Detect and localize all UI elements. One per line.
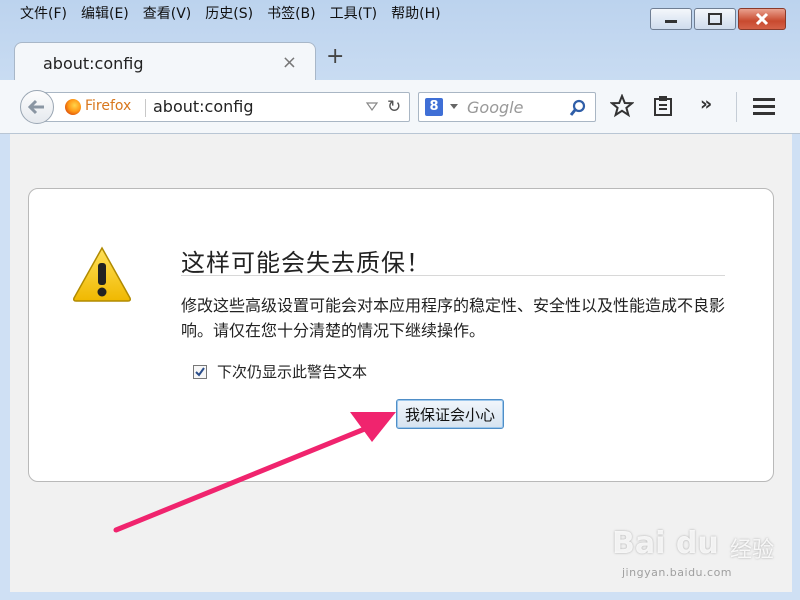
close-window-button[interactable] [738, 8, 786, 30]
browser-window: 文件(F) 编辑(E) 查看(V) 历史(S) 书签(B) 工具(T) 帮助(H… [0, 0, 800, 600]
google-engine-icon[interactable]: 8 [425, 98, 443, 116]
warning-panel: 这样可能会失去质保！ 修改这些高级设置可能会对本应用程序的稳定性、安全性以及性能… [28, 188, 774, 482]
url-input[interactable]: about:config [153, 97, 254, 116]
bookmark-star-icon[interactable] [610, 94, 634, 118]
accept-risk-button[interactable]: 我保证会小心 [396, 399, 505, 429]
menu-tools[interactable]: 工具(T) [324, 4, 385, 24]
watermark-logo: Bai du [612, 526, 719, 561]
warning-description: 修改这些高级设置可能会对本应用程序的稳定性、安全性以及性能造成不良影响。请仅在您… [181, 296, 726, 340]
search-bar[interactable]: 8 Google [418, 92, 596, 122]
url-separator [145, 99, 146, 117]
toolbar-separator [736, 92, 737, 122]
warning-title: 这样可能会失去质保！ [181, 249, 431, 277]
tab-about-config[interactable]: about:config × [14, 42, 316, 82]
search-icon[interactable] [569, 99, 587, 117]
firefox-logo-icon [65, 99, 81, 115]
hamburger-menu-icon[interactable] [752, 96, 776, 116]
menu-file[interactable]: 文件(F) [14, 4, 75, 24]
show-warning-checkbox-label[interactable]: 下次仍显示此警告文本 [217, 361, 367, 382]
minimize-icon [665, 20, 677, 23]
checkmark-icon [195, 366, 205, 377]
menu-history[interactable]: 历史(S) [199, 4, 261, 24]
warning-triangle-icon [73, 246, 131, 302]
maximize-icon [708, 13, 722, 25]
watermark-url: jingyan.baidu.com [622, 566, 733, 579]
maximize-button[interactable] [694, 8, 736, 30]
show-warning-checkbox[interactable] [193, 364, 207, 379]
close-icon [755, 12, 769, 26]
baidu-watermark: Bai du 经验 jingyan.baidu.com [612, 512, 792, 592]
watermark-text: 经验 [730, 538, 775, 563]
show-warning-checkbox-row: 下次仍显示此警告文本 [193, 361, 367, 382]
window-controls [650, 8, 786, 30]
url-bar[interactable]: Firefox about:config ↻ [40, 92, 410, 122]
tab-title: about:config [43, 54, 144, 73]
menu-help[interactable]: 帮助(H) [385, 4, 448, 24]
back-button[interactable] [20, 90, 54, 124]
menu-bar: 文件(F) 编辑(E) 查看(V) 历史(S) 书签(B) 工具(T) 帮助(H… [14, 4, 449, 24]
site-identity-label[interactable]: Firefox [85, 98, 131, 114]
overflow-chevron-icon[interactable]: » [700, 93, 712, 115]
menu-view[interactable]: 查看(V) [137, 4, 200, 24]
tab-close-icon[interactable]: × [282, 52, 297, 73]
menu-bookmarks[interactable]: 书签(B) [261, 4, 324, 24]
new-tab-button[interactable]: + [326, 46, 344, 68]
title-divider [181, 275, 725, 276]
reload-icon[interactable]: ↻ [387, 97, 401, 117]
menu-edit[interactable]: 编辑(E) [75, 4, 137, 24]
navigation-toolbar: Firefox about:config ↻ 8 Google » [0, 80, 800, 134]
back-arrow-icon [28, 99, 44, 115]
bookmarks-menu-icon[interactable] [652, 95, 674, 117]
engine-dropdown-icon[interactable] [449, 104, 459, 110]
tab-strip: about:config × + [0, 34, 800, 82]
history-dropdown-icon[interactable] [365, 100, 379, 112]
minimize-button[interactable] [650, 8, 692, 30]
search-input[interactable]: Google [467, 98, 523, 117]
